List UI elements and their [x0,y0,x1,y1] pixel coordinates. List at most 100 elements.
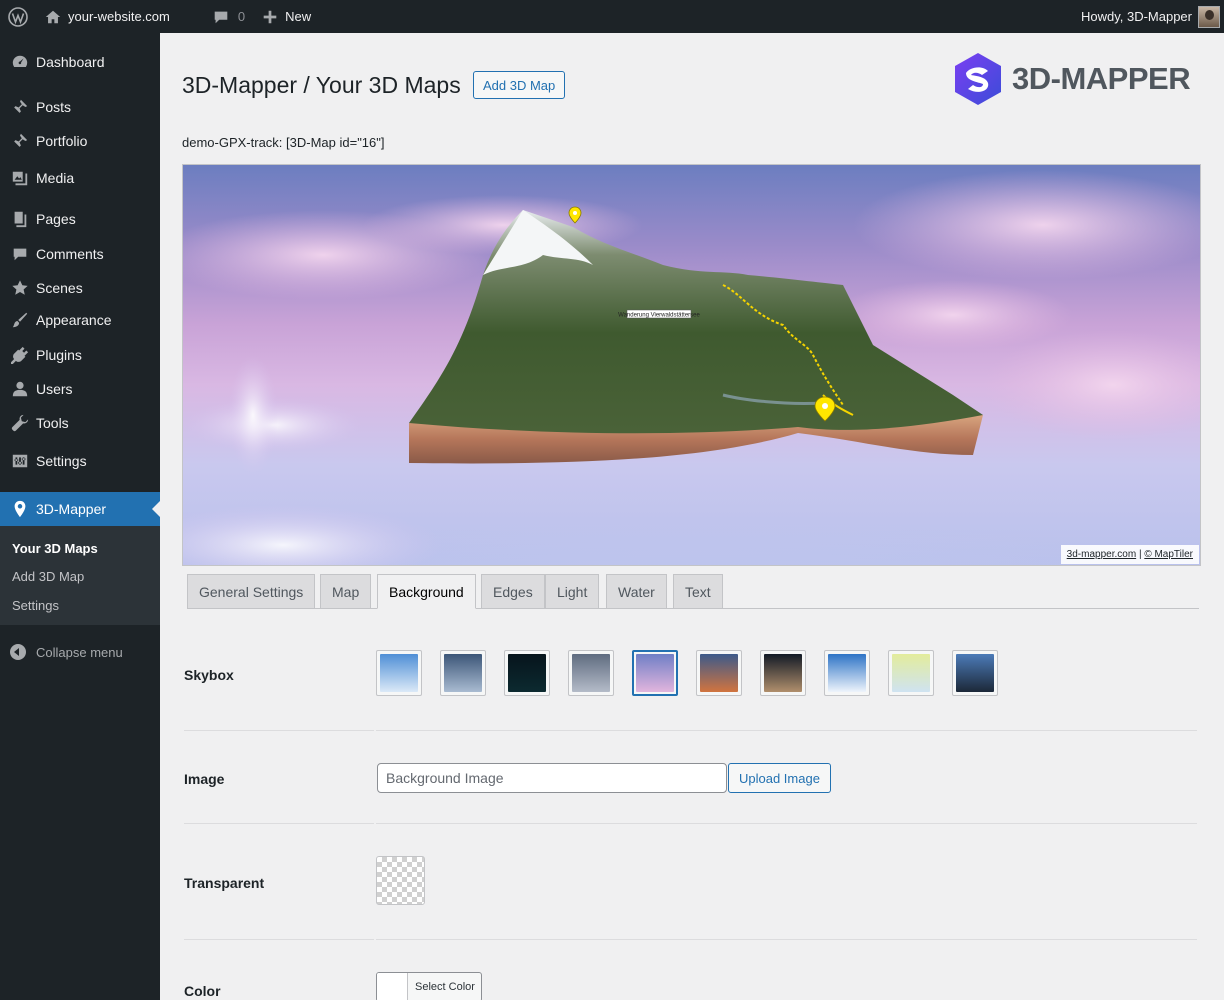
pin-icon [10,131,30,151]
map-attribution: 3d-mapper.com | © MapTiler [1060,545,1199,564]
collapse-menu-button[interactable]: Collapse menu [10,644,123,660]
divider [376,730,1197,731]
current-menu-arrow [152,501,160,517]
menu-item-appearance[interactable]: Appearance [0,303,160,337]
comments-link[interactable]: 0 [204,0,253,33]
skybox-sunset[interactable] [696,650,742,696]
skybox-overcast[interactable] [440,650,486,696]
skybox-dark-storm[interactable] [760,650,806,696]
user-icon [10,379,30,399]
skybox-night-stars[interactable] [504,650,550,696]
menu-item-portfolio[interactable]: Portfolio [0,124,160,158]
skybox-thumbnail [572,654,610,692]
menu-item-media[interactable]: Media [0,161,160,195]
attribution-separator: | [1138,549,1142,560]
select-color-label: Select Color [415,981,475,993]
divider [184,730,374,731]
attribution-site-link[interactable]: 3d-mapper.com [1067,549,1136,560]
menu-label: Media [36,170,75,186]
menu-label: Comments [36,246,104,262]
media-icon [10,168,30,188]
menu-label: Plugins [36,347,82,363]
skybox-thumbnail [764,654,802,692]
avatar [1198,5,1220,28]
admin-bar: your-website.com 0 New Howdy, 3D-Mapper [0,0,1224,33]
menu-item-users[interactable]: Users [0,372,160,406]
menu-item-settings[interactable]: Settings [0,444,160,478]
3d-map-viewer[interactable]: Wanderung Vierwaldstättersee 3d-mapper.c… [182,164,1201,566]
comments-count: 0 [237,9,246,24]
new-content-link[interactable]: New [253,0,319,33]
menu-label: Dashboard [36,54,105,70]
site-name-link[interactable]: your-website.com [36,0,178,33]
skybox-pink-dusk[interactable] [632,650,678,696]
brand-logo: 3D-MAPPER [952,51,1191,107]
submenu-item-your-3d-maps[interactable]: Your 3D Maps [12,541,98,556]
upload-image-button[interactable]: Upload Image [728,763,831,793]
menu-item-dashboard[interactable]: Dashboard [0,45,160,79]
skybox-thumbnail [892,654,930,692]
tab-light[interactable]: Light [545,574,600,609]
color-swatch [377,973,408,1000]
skybox-clear-day[interactable] [824,650,870,696]
menu-item-plugins[interactable]: Plugins [0,338,160,372]
logo-text: 3D-MAPPER [1012,61,1191,96]
menu-item-posts[interactable]: Posts [0,90,160,124]
skybox-thumbnail [380,654,418,692]
skybox-thumbnail [636,654,674,692]
menu-item-scenes[interactable]: Scenes [0,271,160,305]
background-image-input[interactable] [377,763,727,793]
wrench-icon [10,413,30,433]
tab-general-settings[interactable]: General Settings [187,574,316,609]
menu-item-comments[interactable]: Comments [0,237,160,271]
star-icon [10,278,30,298]
skybox-label: Skybox [184,667,234,683]
menu-item-pages[interactable]: Pages [0,202,160,236]
sliders-icon [10,451,30,471]
brush-icon [10,310,30,330]
tab-text[interactable]: Text [673,574,723,609]
submenu-item-add-3d-map[interactable]: Add 3D Map [12,569,84,584]
color-label: Color [184,983,221,999]
tab-background[interactable]: Background [377,574,476,609]
transparent-toggle[interactable] [376,856,425,905]
3d-mapper-logo-icon [955,53,1001,105]
menu-item-3d-mapper[interactable]: 3D-Mapper [0,492,160,526]
menu-label: Scenes [36,280,83,296]
menu-label: 3D-Mapper [36,501,107,517]
menu-label: Pages [36,211,76,227]
pages-icon [10,209,30,229]
skybox-grey-clouds[interactable] [568,650,614,696]
divider [184,823,374,824]
plus-icon [263,10,277,23]
settings-tabs: General Settings Map Background Edges Li… [187,574,1199,609]
divider [184,939,374,940]
skybox-thumbnail [508,654,546,692]
add-3d-map-button[interactable]: Add 3D Map [473,71,566,99]
menu-label: Appearance [36,312,112,328]
skybox-blue-clouds[interactable] [376,650,422,696]
attribution-maptiler-link[interactable]: © MapTiler [1144,549,1193,560]
tab-water[interactable]: Water [606,574,667,609]
plug-icon [10,345,30,365]
wordpress-logo-icon[interactable] [0,0,36,33]
menu-item-tools[interactable]: Tools [0,406,160,440]
tab-map[interactable]: Map [320,574,372,609]
greeting: Howdy, 3D-Mapper [1080,9,1192,24]
divider [376,939,1197,940]
tab-edges[interactable]: Edges [481,574,545,609]
map-shortcode: demo-GPX-track: [3D-Map id="16"] [182,135,385,150]
submenu-3d-mapper: Your 3D Maps Add 3D Map Settings [0,526,160,625]
menu-label: Settings [36,453,87,469]
menu-label: Tools [36,415,69,431]
skybox-deep-blue[interactable] [952,650,998,696]
skybox-pale-yellow[interactable] [888,650,934,696]
collapse-label: Collapse menu [36,644,123,660]
select-color-button[interactable]: Select Color [376,972,482,1000]
skybox-thumbnail [700,654,738,692]
collapse-icon [10,644,26,660]
dashboard-icon [10,52,30,72]
submenu-item-settings[interactable]: Settings [12,598,59,613]
3d-terrain-scene: Wanderung Vierwaldstättersee [183,170,1200,565]
account-menu[interactable]: Howdy, 3D-Mapper [1080,5,1224,28]
